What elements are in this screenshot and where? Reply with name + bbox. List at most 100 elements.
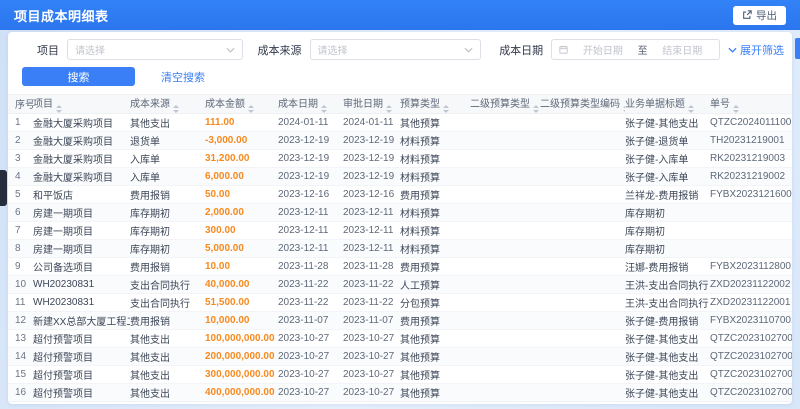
cell-project: 超付预警项目 bbox=[33, 401, 130, 404]
cell-budget_type2_code bbox=[540, 113, 625, 132]
table-row[interactable]: 17超付预警项目其他支出500,000,000.002023-10-272023… bbox=[8, 401, 792, 404]
cell-budget_type2_code bbox=[540, 347, 625, 366]
sort-icon[interactable] bbox=[443, 105, 449, 113]
clear-search-button[interactable]: 清空搜索 bbox=[161, 69, 205, 85]
sort-icon[interactable] bbox=[386, 105, 392, 113]
column-header-doc_title[interactable]: 业务单据标题 bbox=[625, 94, 710, 114]
cell-index: 7 bbox=[8, 221, 33, 240]
sort-icon[interactable] bbox=[688, 105, 694, 113]
cell-doc_title: 库存期初 bbox=[625, 221, 710, 240]
sort-icon[interactable] bbox=[533, 105, 539, 113]
cell-amount: 51,500.00 bbox=[205, 293, 278, 312]
table-row[interactable]: 5 和平饭店 费用报销 50.00 2023-12-16 2023-12-16 费用预算 兰祥… bbox=[8, 185, 792, 204]
left-drawer-handle[interactable] bbox=[0, 170, 7, 206]
table-row[interactable]: 6 房建一期项目 库存期初 2,000.00 2023-12-11 2023-12-11 材… bbox=[8, 203, 792, 222]
sort-icon[interactable] bbox=[321, 105, 327, 113]
filter-bar: 项目 请选择 成本来源 请选择 成本日期 开始日期 至 结束日期 展开筛选 bbox=[16, 39, 784, 60]
export-button[interactable]: 导出 bbox=[733, 5, 786, 25]
column-label: 单号 bbox=[710, 99, 730, 110]
column-header-source[interactable]: 成本来源 bbox=[130, 94, 205, 114]
cell-approve_date: 2023-11-22 bbox=[343, 275, 400, 294]
right-side-tab[interactable] bbox=[795, 38, 800, 59]
table-row[interactable]: 8 房建一期项目 库存期初 5,000.00 2023-12-11 2023-12-11 材… bbox=[8, 239, 792, 258]
column-header-amount[interactable]: 成本金额 bbox=[205, 94, 278, 114]
cell-approve_date: 2023-10-27 bbox=[343, 329, 400, 348]
cell-cost_date: 2023-12-19 bbox=[278, 131, 343, 150]
cell-amount: 100,000,000.00 bbox=[205, 329, 278, 348]
cell-source: 退货单 bbox=[130, 131, 205, 150]
main-panel: 项目 请选择 成本来源 请选择 成本日期 开始日期 至 结束日期 展开筛选 搜索… bbox=[8, 32, 792, 404]
table-row[interactable]: 11 WH20230831 支出合同执行 51,500.00 2023-11-22 202… bbox=[8, 293, 792, 312]
cell-project: 金融大厦采购项目 bbox=[33, 167, 130, 186]
date-start-placeholder: 开始日期 bbox=[582, 46, 623, 57]
cell-project: 超付预警项目 bbox=[33, 365, 130, 384]
cell-cost_date: 2023-12-11 bbox=[278, 239, 343, 258]
column-label: 审批日期 bbox=[343, 99, 383, 110]
table-row[interactable]: 4 金融大厦采购项目 入库单 6,000.00 2023-12-19 2023-12-19… bbox=[8, 167, 792, 186]
cell-budget_type: 费用预算 bbox=[400, 257, 470, 276]
cell-amount: 31,200.00 bbox=[205, 149, 278, 168]
cell-doc_no: TH20231219001 bbox=[710, 131, 792, 150]
column-header-budget_type2[interactable]: 二级预算类型 bbox=[470, 94, 540, 114]
sort-icon[interactable] bbox=[56, 105, 62, 113]
column-header-budget_type2_code[interactable]: 二级预算类型编码 bbox=[540, 94, 625, 114]
cell-index: 10 bbox=[8, 275, 33, 294]
cell-project: WH20230831 bbox=[33, 275, 130, 294]
cost-source-placeholder: 请选择 bbox=[317, 46, 348, 57]
cell-source: 其他支出 bbox=[130, 383, 205, 402]
cell-budget_type2_code bbox=[540, 329, 625, 348]
cell-doc_title: 汪娜-费用报销 bbox=[625, 257, 710, 276]
cell-budget_type2 bbox=[470, 131, 540, 150]
cell-approve_date: 2023-10-27 bbox=[343, 401, 400, 404]
cell-amount: 6,000.00 bbox=[205, 167, 278, 186]
sort-icon[interactable] bbox=[173, 105, 179, 113]
chevron-down-icon bbox=[225, 47, 235, 53]
cell-budget_type2_code bbox=[540, 401, 625, 404]
table-row[interactable]: 9 公司备选项目 费用报销 10.00 2023-11-28 2023-11-28 费用预算… bbox=[8, 257, 792, 276]
table-row[interactable]: 1 金融大厦采购项目 其他支出 111.00 2024-01-11 2024-01-11 其… bbox=[8, 113, 792, 132]
cell-budget_type2_code bbox=[540, 383, 625, 402]
table-row[interactable]: 2 金融大厦采购项目 退货单 -3,000.00 2023-12-19 2023-12-1… bbox=[8, 131, 792, 150]
table-row[interactable]: 14 超付预警项目 其他支出 200,000,000.00 2023-10-27 2023… bbox=[8, 347, 792, 366]
export-icon bbox=[743, 10, 752, 19]
project-filter-label: 项目 bbox=[37, 44, 59, 57]
table-row[interactable]: 15 超付预警项目 其他支出 300,000,000.00 2023-10-27 2023… bbox=[8, 365, 792, 384]
table-row[interactable]: 12新建XX总部大厦工程二期费用报销10,000.002023-11-07202… bbox=[8, 311, 792, 330]
column-header-approve_date[interactable]: 审批日期 bbox=[343, 94, 400, 114]
cost-date-range-picker[interactable]: 开始日期 至 结束日期 bbox=[551, 39, 720, 60]
column-header-project[interactable]: 项目 bbox=[33, 94, 130, 114]
cell-approve_date: 2023-12-11 bbox=[343, 203, 400, 222]
column-header-cost_date[interactable]: 成本日期 bbox=[278, 94, 343, 114]
sort-icon[interactable] bbox=[248, 105, 254, 113]
table-row[interactable]: 7 房建一期项目 库存期初 300.00 2023-12-11 2023-12-11 材料预… bbox=[8, 221, 792, 240]
column-header-budget_type[interactable]: 预算类型 bbox=[400, 94, 470, 114]
cell-budget_type2 bbox=[470, 203, 540, 222]
cell-index: 14 bbox=[8, 347, 33, 366]
cell-budget_type2_code bbox=[540, 311, 625, 330]
expand-filter-link[interactable]: 展开筛选 bbox=[728, 42, 784, 58]
table-row[interactable]: 16 超付预警项目 其他支出 400,000,000.00 2023-10-27 2023… bbox=[8, 383, 792, 402]
cell-doc_title: 张子健-其他支出 bbox=[625, 365, 710, 384]
cost-source-select[interactable]: 请选择 bbox=[309, 39, 482, 60]
cell-project: 金融大厦采购项目 bbox=[33, 131, 130, 150]
cell-cost_date: 2023-10-27 bbox=[278, 365, 343, 384]
project-select[interactable]: 请选择 bbox=[67, 39, 243, 60]
cell-cost_date: 2023-10-27 bbox=[278, 383, 343, 402]
cell-doc_title: 库存期初 bbox=[625, 203, 710, 222]
cell-doc_no: QTZC20231027002 bbox=[710, 401, 792, 404]
cell-budget_type2_code bbox=[540, 275, 625, 294]
table-row[interactable]: 3 金融大厦采购项目 入库单 31,200.00 2023-12-19 2023-12-1… bbox=[8, 149, 792, 168]
cell-source: 入库单 bbox=[130, 167, 205, 186]
table-row[interactable]: 10 WH20230831 支出合同执行 40,000.00 2023-11-22 202… bbox=[8, 275, 792, 294]
column-label: 业务单据标题 bbox=[625, 99, 685, 110]
cell-doc_title: 张子健-其他支出 bbox=[625, 383, 710, 402]
table-body: 1 金融大厦采购项目 其他支出 111.00 2024-01-11 2024-01-11 其… bbox=[8, 113, 792, 404]
search-button[interactable]: 搜索 bbox=[22, 67, 135, 86]
cell-cost_date: 2024-01-11 bbox=[278, 113, 343, 132]
cost-date-filter-label: 成本日期 bbox=[499, 44, 544, 57]
cell-amount: 50.00 bbox=[205, 185, 278, 204]
sort-icon[interactable] bbox=[733, 105, 739, 113]
cell-doc_title: 兰祥龙-费用报销 bbox=[625, 185, 710, 204]
column-header-doc_no[interactable]: 单号 bbox=[710, 94, 792, 114]
table-row[interactable]: 13 超付预警项目 其他支出 100,000,000.00 2023-10-27 2023… bbox=[8, 329, 792, 348]
